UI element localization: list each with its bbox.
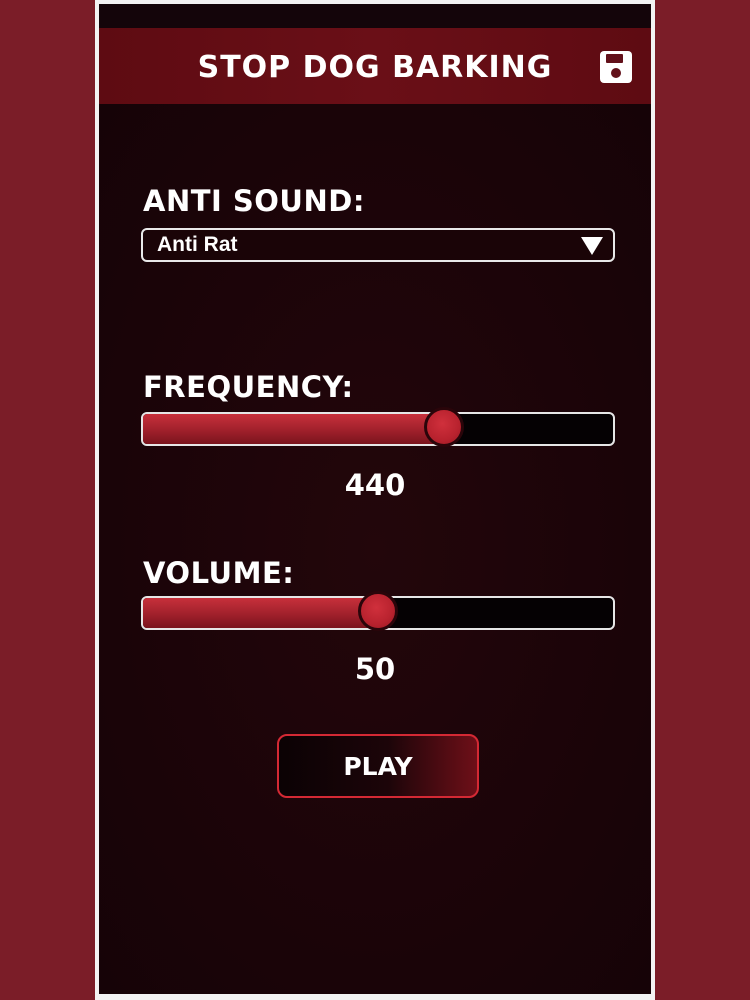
volume-slider-thumb[interactable] bbox=[358, 591, 398, 631]
controls-panel: ANTI SOUND: Anti Rat FREQUENCY: 440 VOLU… bbox=[99, 104, 651, 994]
app-screen: STOP DOG BARKING ANTI SOUND: Anti Rat FR… bbox=[95, 0, 655, 1000]
anti-sound-dropdown[interactable]: Anti Rat bbox=[141, 228, 615, 262]
play-button[interactable]: PLAY bbox=[277, 734, 479, 798]
anti-sound-label: ANTI SOUND: bbox=[143, 184, 365, 218]
triangle-down-icon bbox=[581, 237, 603, 255]
floppy-disk-icon bbox=[600, 51, 632, 83]
volume-slider[interactable] bbox=[141, 591, 615, 631]
frequency-slider[interactable] bbox=[141, 407, 615, 447]
status-bar bbox=[99, 4, 651, 28]
frequency-slider-fill bbox=[143, 414, 444, 444]
frequency-label: FREQUENCY: bbox=[143, 370, 354, 404]
app-title: STOP DOG BARKING bbox=[197, 50, 553, 85]
play-button-label: PLAY bbox=[343, 752, 413, 781]
volume-label: VOLUME: bbox=[143, 556, 295, 590]
save-button[interactable] bbox=[597, 48, 635, 86]
volume-value: 50 bbox=[354, 652, 396, 686]
volume-slider-fill bbox=[143, 598, 378, 628]
frequency-slider-track bbox=[141, 412, 615, 446]
anti-sound-selected-value: Anti Rat bbox=[157, 233, 238, 256]
app-header: STOP DOG BARKING bbox=[99, 28, 651, 104]
frequency-value: 440 bbox=[344, 468, 406, 502]
